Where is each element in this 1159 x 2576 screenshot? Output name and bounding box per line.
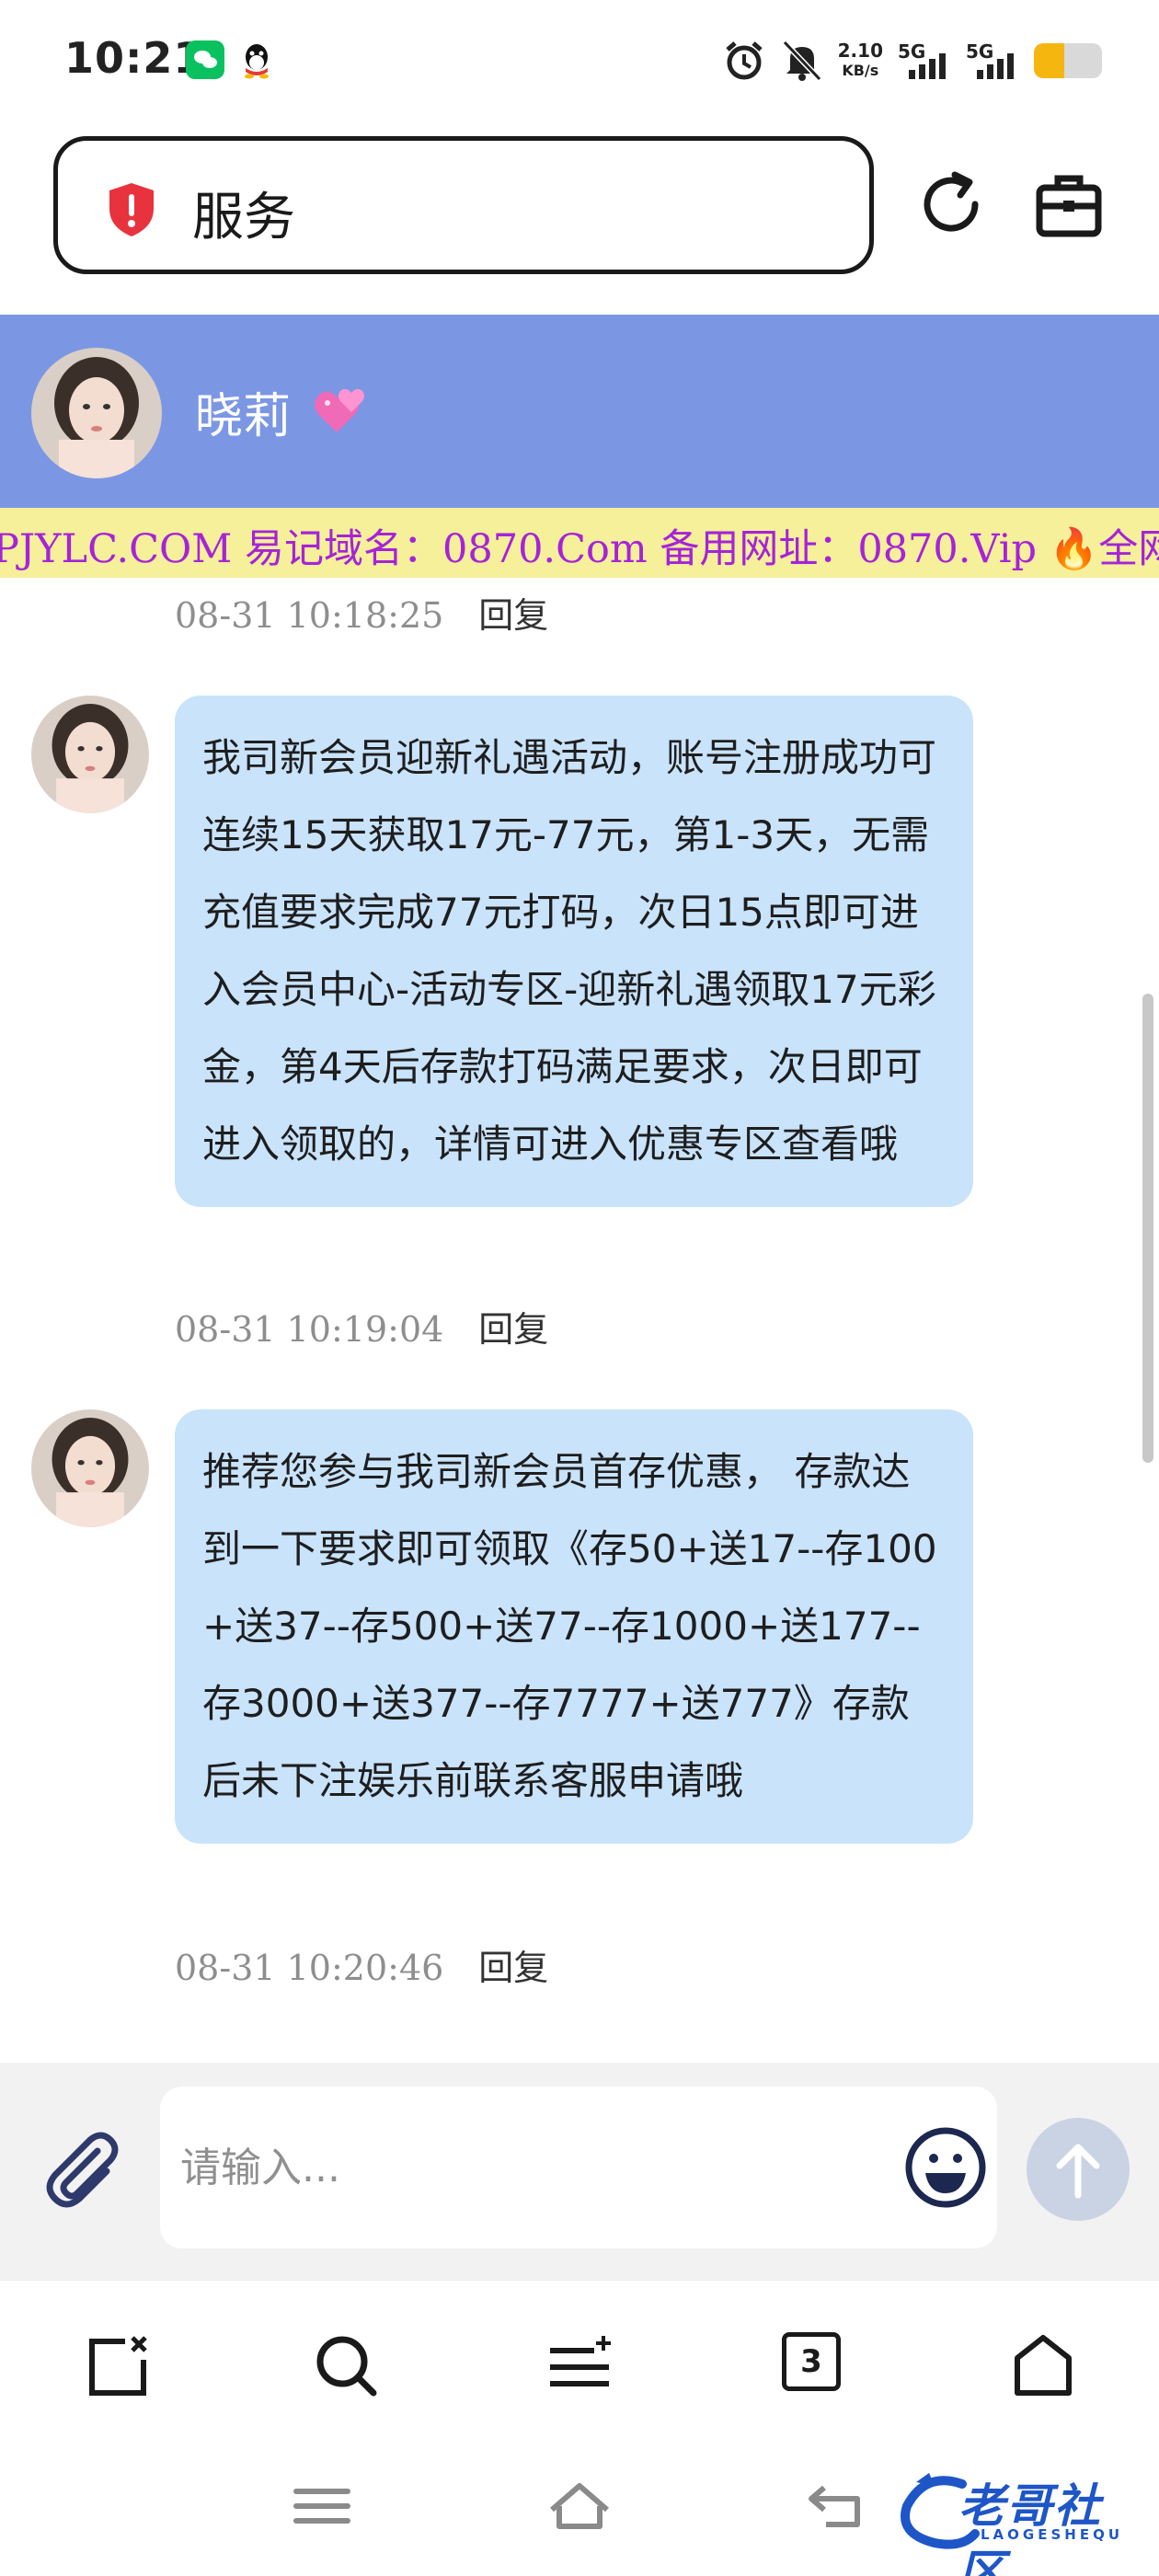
message-list[interactable]: 08-31 10:18:25 回复 我司新会员迎新礼遇活动，账号注册成功可连续15… <box>0 578 1159 2063</box>
watermark-logo: 老哥社区 LAOGESHEQU <box>898 2469 1146 2576</box>
address-text[interactable]: 服务 <box>192 176 295 250</box>
status-bar: 10:21 2.10 KB/s 5G 5G <box>0 0 1159 124</box>
alarm-icon <box>725 41 763 80</box>
battery-icon <box>1034 43 1102 78</box>
signal-icon: 5G <box>898 40 951 81</box>
tab-count: 3 <box>782 2332 841 2391</box>
reply-link[interactable]: 回复 <box>478 1309 548 1350</box>
announcement-marquee: PJYLC.COM 易记域名：0870.Com 备用网址：0870.Vip 🔥全… <box>0 508 1159 578</box>
watermark-subtext: LAOGESHEQU <box>981 2526 1124 2543</box>
tabs-icon[interactable]: 3 <box>782 2332 848 2398</box>
home-icon[interactable] <box>1010 2332 1076 2398</box>
paperclip-icon[interactable] <box>37 2125 125 2214</box>
battery-level <box>1034 43 1065 78</box>
contact-name: 晓莉 <box>195 389 292 444</box>
message-bubble[interactable]: 推荐您参与我司新会员首存优惠， 存款达到一下要求即可领取《存50+送17--存1… <box>175 1409 973 1844</box>
qq-icon <box>237 40 276 79</box>
message-input[interactable] <box>160 2087 997 2248</box>
message-time: 08-31 10:20:46 <box>175 1948 444 1988</box>
toolbox-icon[interactable] <box>1032 169 1106 243</box>
shield-alert-icon[interactable] <box>106 181 157 238</box>
avatar[interactable] <box>31 348 162 478</box>
watermark-text: 老哥社区 <box>958 2479 1102 2576</box>
scrollbar[interactable] <box>1142 994 1153 1463</box>
chat-header: 晓莉 <box>0 315 1159 508</box>
menu-icon[interactable] <box>546 2332 613 2398</box>
heart-icon <box>315 388 364 432</box>
avatar[interactable] <box>31 696 149 813</box>
reload-icon[interactable] <box>912 166 990 243</box>
bell-muted-icon <box>782 40 821 82</box>
net-speed: 2.10 KB/s <box>837 40 883 79</box>
message-time: 08-31 10:19:04 <box>175 1309 444 1350</box>
message-meta: 08-31 10:20:46 回复 <box>175 1939 548 1990</box>
message-bubble[interactable]: 我司新会员迎新礼遇活动，账号注册成功可连续15天获取17元-77元，第1-3天，… <box>175 696 973 1207</box>
clock: 10:21 <box>64 33 204 83</box>
reply-link[interactable]: 回复 <box>478 595 548 636</box>
smiley-icon[interactable] <box>901 2123 990 2212</box>
message-time: 08-31 10:18:25 <box>175 595 444 636</box>
system-home-icon[interactable] <box>546 2478 613 2534</box>
status-icons: 2.10 KB/s 5G 5G <box>722 35 1102 86</box>
system-navigation: 老哥社区 LAOGESHEQU <box>0 2438 1159 2576</box>
address-bar[interactable]: 服务 <box>53 136 874 274</box>
wechat-icon <box>186 40 224 79</box>
send-button[interactable] <box>1027 2118 1130 2221</box>
recents-icon[interactable] <box>289 2478 355 2534</box>
arrow-up-icon <box>1056 2144 1100 2199</box>
signal-icon-2: 5G <box>966 40 1019 81</box>
message-meta: 08-31 10:19:04 回复 <box>175 1301 548 1351</box>
announcement-text: PJYLC.COM 易记域名：0870.Com 备用网址：0870.Vip 🔥全… <box>0 526 1159 572</box>
search-icon[interactable] <box>313 2332 379 2398</box>
browser-toolbar: 3 <box>0 2280 1159 2438</box>
close-page-icon[interactable] <box>85 2332 151 2398</box>
composer <box>0 2063 1159 2280</box>
message-meta: 08-31 10:18:25 回复 <box>175 587 548 638</box>
avatar[interactable] <box>31 1409 149 1527</box>
reply-link[interactable]: 回复 <box>478 1948 548 1988</box>
back-icon[interactable] <box>804 2478 870 2534</box>
